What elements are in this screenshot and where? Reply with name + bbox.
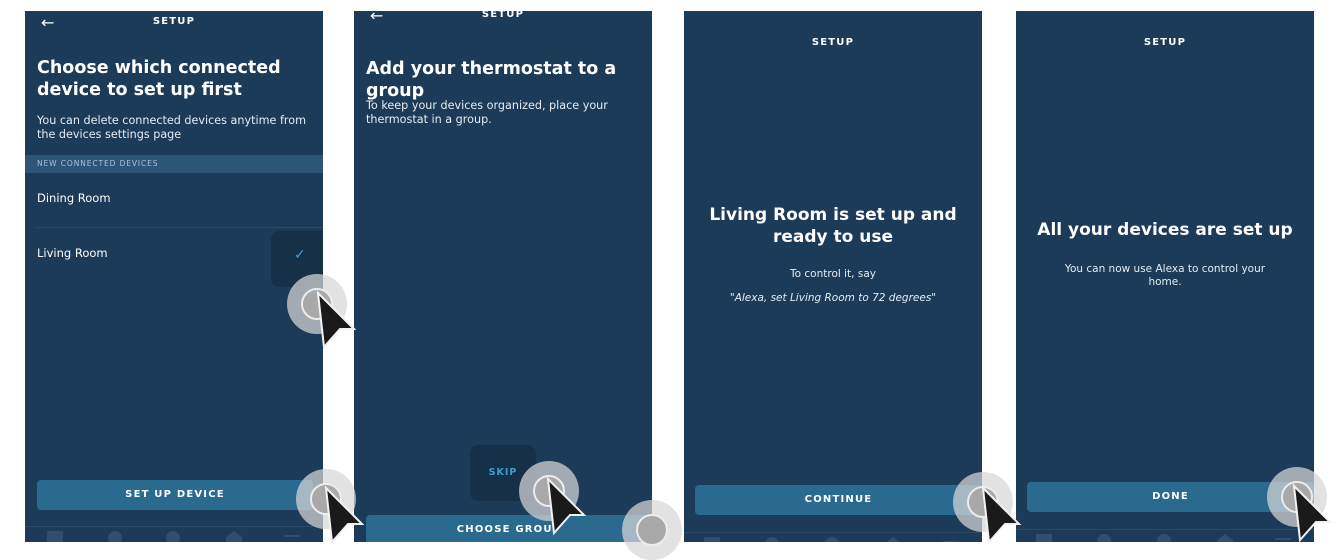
home-icon[interactable]	[1036, 534, 1052, 542]
page-description: To keep your devices organized, place yo…	[366, 99, 608, 126]
chat-icon[interactable]	[108, 531, 122, 542]
cursor-pointer-icon	[546, 477, 587, 535]
section-label: NEW CONNECTED DEVICES	[37, 159, 159, 168]
continue-button[interactable]: CONTINUE	[695, 485, 982, 515]
screen-choose-device: ← SETUP Choose which connected device to…	[25, 11, 323, 542]
device-row-living-room[interactable]: Living Room	[37, 246, 108, 260]
play-icon[interactable]	[166, 531, 180, 542]
cursor-pointer-icon	[1292, 484, 1333, 542]
instruction-text: To control it, say	[790, 268, 876, 280]
screen-device-ready: SETUP Living Room is set up and ready to…	[684, 11, 982, 542]
chat-icon[interactable]	[1097, 534, 1111, 542]
bottom-nav	[25, 526, 323, 542]
divider	[37, 227, 323, 228]
voice-command-quote: "Alexa, set Living Room to 72 degrees"	[729, 292, 937, 304]
checkmark-icon: ✓	[294, 247, 306, 263]
devices-icon[interactable]	[226, 531, 242, 542]
touch-indicator	[622, 500, 682, 560]
device-row-dining-room[interactable]: Dining Room	[37, 191, 111, 205]
section-header: NEW CONNECTED DEVICES	[25, 155, 323, 173]
header-title: SETUP	[481, 11, 525, 20]
cursor-pointer-icon	[316, 291, 357, 349]
cursor-pointer-icon	[981, 486, 1022, 544]
devices-icon[interactable]	[885, 537, 901, 542]
page-title: Add your thermostat to a group	[366, 59, 617, 101]
choose-group-button[interactable]: CHOOSE GROUP	[366, 515, 652, 542]
header-title: SETUP	[152, 16, 196, 27]
menu-icon[interactable]	[1275, 538, 1291, 542]
header-title: SETUP	[1143, 37, 1187, 48]
bottom-nav	[684, 532, 982, 542]
page-description: You can now use Alexa to control your ho…	[1064, 263, 1266, 288]
menu-icon[interactable]	[284, 535, 300, 542]
set-up-device-button[interactable]: SET UP DEVICE	[37, 480, 313, 510]
home-icon[interactable]	[704, 537, 720, 542]
cursor-pointer-icon	[324, 486, 365, 544]
page-title: Choose which connected device to set up …	[37, 58, 281, 100]
play-icon[interactable]	[1157, 534, 1171, 542]
page-description: You can delete connected devices anytime…	[37, 114, 306, 141]
page-title: All your devices are set up	[1037, 220, 1293, 240]
play-icon[interactable]	[825, 537, 839, 542]
bottom-nav	[1016, 529, 1314, 542]
screen-add-to-group: ← SETUP Add your thermostat to a group T…	[354, 11, 652, 542]
home-icon[interactable]	[47, 531, 63, 542]
page-title: Living Room is set up and ready to use	[709, 205, 957, 247]
devices-icon[interactable]	[1217, 534, 1233, 542]
header-title: SETUP	[811, 37, 855, 48]
chat-icon[interactable]	[765, 537, 779, 542]
screen-all-set-up: SETUP All your devices are set up You ca…	[1016, 11, 1314, 542]
